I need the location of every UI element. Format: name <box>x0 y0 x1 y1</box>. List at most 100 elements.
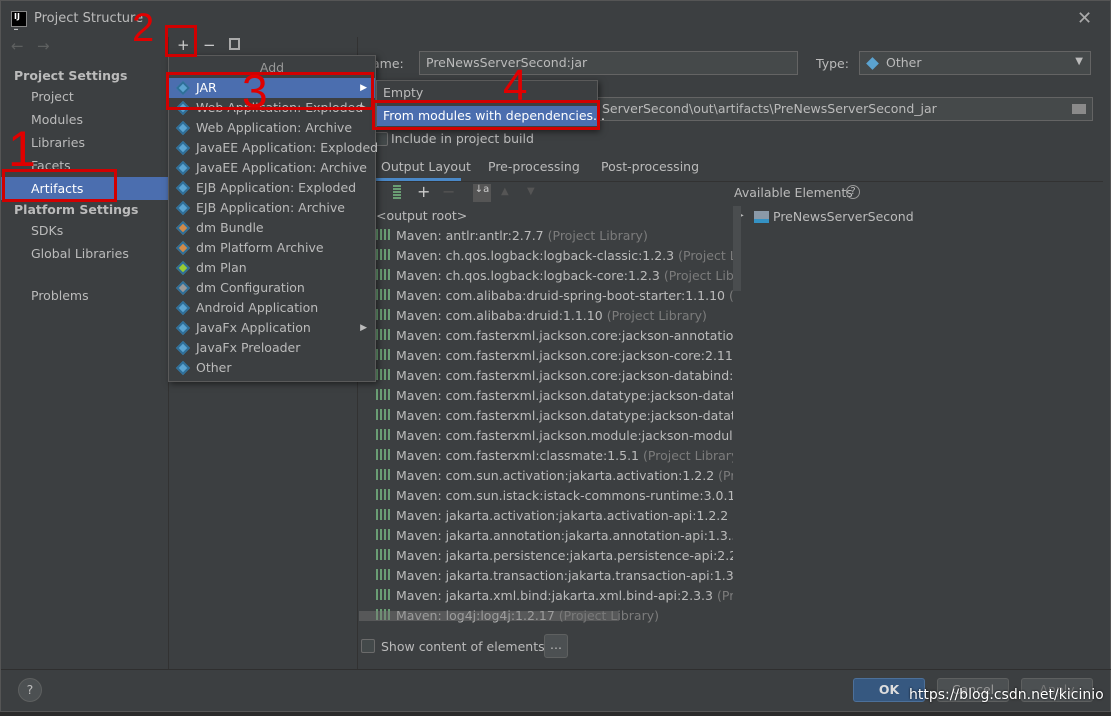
close-icon[interactable]: ✕ <box>1077 8 1092 29</box>
sidebar-item-libraries[interactable]: Libraries <box>31 135 85 150</box>
name-input[interactable]: PreNewsServerSecond:jar <box>419 51 798 75</box>
sidebar-item-global-libraries[interactable]: Global Libraries <box>31 246 129 261</box>
menu-item-label: JavaFx Application <box>196 320 311 335</box>
artifact-type-icon <box>175 360 191 376</box>
menu-item-label: dm Bundle <box>196 220 264 235</box>
annotation-number-1: 1 <box>8 121 36 177</box>
copy-icon[interactable] <box>229 38 240 50</box>
archive-icon[interactable] <box>393 185 401 199</box>
more-button[interactable]: ... <box>544 634 568 658</box>
library-row[interactable]: Maven: com.fasterxml.jackson.datatype:ja… <box>376 406 733 426</box>
menu-item-other[interactable]: Other <box>169 358 375 378</box>
library-row[interactable]: Maven: jakarta.transaction:jakarta.trans… <box>376 566 733 586</box>
library-scope: (Proje <box>732 508 733 523</box>
library-icon <box>376 329 390 340</box>
sort-icon[interactable]: ↓a <box>473 184 491 202</box>
sidebar-item-modules[interactable]: Modules <box>31 112 83 127</box>
library-row[interactable]: Maven: com.fasterxml:classmate:1.5.1 (Pro… <box>376 446 733 466</box>
remove-element-icon[interactable]: − <box>442 182 455 201</box>
library-name: Maven: com.fasterxml.jackson.core:jackso… <box>396 348 733 363</box>
menu-item-label: EJB Application: Archive <box>196 200 345 215</box>
library-row[interactable]: Maven: antlr:antlr:2.7.7 (Project Library… <box>376 226 733 246</box>
tab-output-layout[interactable]: Output Layout <box>381 159 471 174</box>
menu-item-dm-plan[interactable]: dm Plan <box>169 258 375 278</box>
library-name: Maven: com.fasterxml:classmate:1.5.1 <box>396 448 640 463</box>
remove-button[interactable]: − <box>203 36 216 54</box>
available-module[interactable]: PreNewsServerSecond <box>773 209 914 224</box>
show-content-label: Show content of elements <box>381 639 545 654</box>
folder-icon[interactable] <box>1072 104 1086 114</box>
move-up-icon[interactable]: ▲ <box>501 186 509 197</box>
library-icon <box>376 449 390 460</box>
menu-item-web-application-archive[interactable]: Web Application: Archive <box>169 118 375 138</box>
library-icon <box>376 569 390 580</box>
library-scope: (Project Library) <box>643 448 733 463</box>
library-row[interactable]: Maven: com.sun.istack:istack-commons-run… <box>376 486 733 506</box>
artifact-type-icon <box>175 240 191 256</box>
menu-item-dm-platform-archive[interactable]: dm Platform Archive <box>169 238 375 258</box>
library-row[interactable]: Maven: jakarta.activation:jakarta.activa… <box>376 506 733 526</box>
library-name: Maven: jakarta.activation:jakarta.activa… <box>396 508 729 523</box>
library-icon <box>376 409 390 420</box>
library-row[interactable]: Maven: ch.qos.logback:logback-classic:1.… <box>376 246 733 266</box>
library-name: Maven: ch.qos.logback:logback-classic:1.… <box>396 248 675 263</box>
show-content-checkbox[interactable] <box>361 639 375 653</box>
menu-item-label: JavaEE Application: Archive <box>196 160 367 175</box>
output-layout-tree[interactable]: <output root> Maven: antlr:antlr:2.7.7 (P… <box>376 206 733 626</box>
back-arrow-icon[interactable]: ← <box>11 37 24 55</box>
menu-item-ejb-application-exploded[interactable]: EJB Application: Exploded <box>169 178 375 198</box>
library-icon <box>376 589 390 600</box>
annotation-box-3 <box>166 72 374 110</box>
menu-item-android-application[interactable]: Android Application <box>169 298 375 318</box>
menu-item-javafx-preloader[interactable]: JavaFx Preloader <box>169 338 375 358</box>
annotation-number-3: 3 <box>242 65 268 117</box>
library-row[interactable]: Maven: jakarta.annotation:jakarta.annota… <box>376 526 733 546</box>
library-icon <box>376 249 390 260</box>
help-circle-icon[interactable]: ? <box>846 185 860 199</box>
library-row[interactable]: Maven: com.fasterxml.jackson.core:jackso… <box>376 326 733 346</box>
list-scrollbar[interactable] <box>733 206 741 291</box>
library-icon <box>376 269 390 280</box>
library-row[interactable]: Maven: com.fasterxml.jackson.core:jackso… <box>376 346 733 366</box>
library-row[interactable]: Maven: com.sun.activation:jakarta.activa… <box>376 466 733 486</box>
artifact-type-icon <box>175 220 191 236</box>
submenu-arrow-icon: ▶ <box>360 323 367 333</box>
forward-arrow-icon[interactable]: → <box>37 37 50 55</box>
add-element-icon[interactable]: + <box>417 182 430 201</box>
artifact-type-icon <box>175 320 191 336</box>
move-down-icon[interactable]: ▼ <box>527 186 535 197</box>
library-row[interactable]: Maven: com.alibaba:druid-spring-boot-sta… <box>376 286 733 306</box>
type-select[interactable]: Other ▼ <box>859 51 1091 75</box>
library-row[interactable]: Maven: com.alibaba:druid:1.1.10 (Project … <box>376 306 733 326</box>
tab-post-processing[interactable]: Post-processing <box>601 159 699 174</box>
output-root-node[interactable]: <output root> <box>376 206 733 226</box>
sidebar-item-project[interactable]: Project <box>31 89 74 104</box>
help-button[interactable]: ? <box>18 678 42 702</box>
library-row[interactable]: Maven: com.fasterxml.jackson.datatype:ja… <box>376 386 733 406</box>
horizontal-scrollbar[interactable] <box>359 611 619 621</box>
menu-item-javaee-application-exploded[interactable]: JavaEE Application: Exploded <box>169 138 378 158</box>
library-name: Maven: com.fasterxml.jackson.datatype:ja… <box>396 388 733 403</box>
library-row[interactable]: Maven: com.fasterxml.jackson.module:jack… <box>376 426 733 446</box>
menu-item-dm-configuration[interactable]: dm Configuration <box>169 278 375 298</box>
library-row[interactable]: Maven: com.fasterxml.jackson.core:jackso… <box>376 366 733 386</box>
library-row[interactable]: Maven: jakarta.persistence:jakarta.persi… <box>376 546 733 566</box>
artifact-type-icon <box>175 340 191 356</box>
chevron-down-icon: ▼ <box>1075 56 1083 67</box>
menu-item-label: Android Application <box>196 300 319 315</box>
type-label: Type: <box>816 56 849 71</box>
menu-item-javaee-application-archive[interactable]: JavaEE Application: Archive <box>169 158 375 178</box>
tab-pre-processing[interactable]: Pre-processing <box>488 159 580 174</box>
library-row[interactable]: Maven: ch.qos.logback:logback-core:1.2.3… <box>376 266 733 286</box>
menu-item-dm-bundle[interactable]: dm Bundle <box>169 218 375 238</box>
menu-item-javafx-application[interactable]: JavaFx Application ▶ <box>169 318 375 338</box>
library-icon <box>376 229 390 240</box>
available-elements-label: Available Elements <box>734 185 853 200</box>
library-row[interactable]: Maven: jakarta.xml.bind:jakarta.xml.bind… <box>376 586 733 606</box>
sidebar-item-problems[interactable]: Problems <box>31 288 89 303</box>
sidebar-item-sdks[interactable]: SDKs <box>31 223 63 238</box>
menu-item-label: JavaFx Preloader <box>196 340 301 355</box>
library-scope: (Project <box>718 468 733 483</box>
menu-item-ejb-application-archive[interactable]: EJB Application: Archive <box>169 198 375 218</box>
library-name: Maven: com.sun.istack:istack-commons-run… <box>396 488 733 503</box>
